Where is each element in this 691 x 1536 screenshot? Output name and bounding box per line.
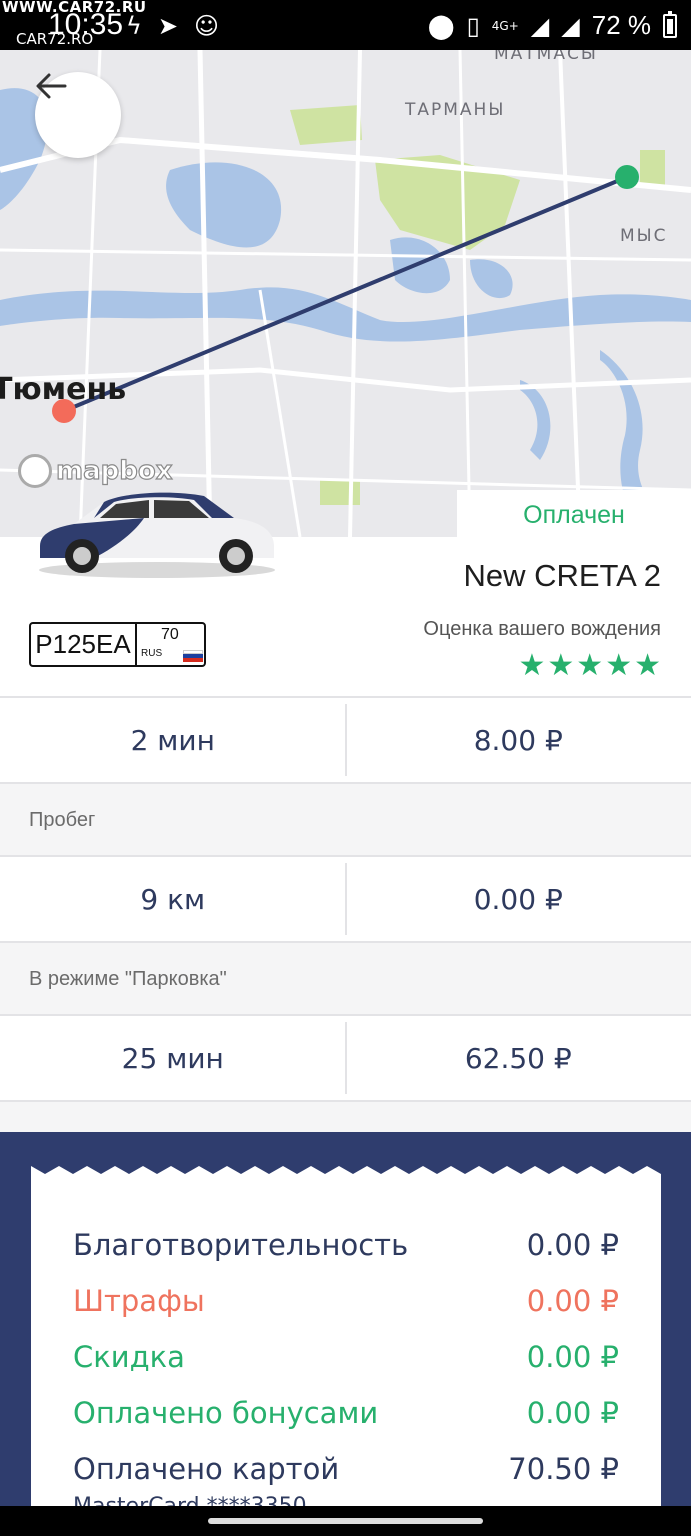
watermark-top: WWW.CAR72.RU bbox=[2, 0, 147, 16]
status-bar: 10:35 WWW.CAR72.RU CAR72.RO ϟ ➤ ☺ ⬤ ▯ 4G… bbox=[0, 0, 691, 50]
parking-cost: 62.50 ₽ bbox=[464, 1041, 572, 1075]
bonuses-label: Оплачено бонусами bbox=[73, 1396, 379, 1430]
star-icon: ★ bbox=[605, 648, 633, 683]
battery-icon bbox=[663, 10, 677, 38]
map-label-city: Тюмень bbox=[0, 372, 127, 407]
parking-duration: 25 мин bbox=[121, 1041, 224, 1075]
row-divider bbox=[345, 704, 347, 776]
end-point bbox=[615, 165, 639, 189]
route-map[interactable]: МАТМАСЫ ТАРМАНЫ МЫС Тюмень mapbox bbox=[0, 50, 691, 537]
plate-number: P125EA bbox=[31, 624, 137, 665]
signal-icon: ◢ bbox=[530, 11, 550, 40]
star-icon: ★ bbox=[547, 648, 575, 683]
rating-stars: ★ ★ ★ ★ ★ bbox=[518, 648, 661, 683]
notification-icons: ϟ ➤ ☺ bbox=[126, 12, 219, 40]
time-cost: 8.00 ₽ bbox=[473, 723, 563, 757]
network-icon: 4G+ bbox=[491, 18, 519, 33]
discount-value: 0.00 ₽ bbox=[526, 1340, 619, 1374]
discount-row: Скидка 0.00 ₽ bbox=[73, 1340, 619, 1374]
signal-icon-2: ◢ bbox=[561, 11, 580, 40]
mapbox-attribution[interactable]: mapbox bbox=[18, 454, 173, 488]
mileage-cost: 0.00 ₽ bbox=[473, 882, 563, 916]
mileage-distance: 9 км bbox=[140, 882, 206, 916]
car-image bbox=[39, 492, 275, 578]
mapbox-icon bbox=[18, 454, 52, 488]
app-icon: ☺ bbox=[193, 12, 219, 40]
mileage-label: Пробег bbox=[0, 784, 691, 856]
status-badge: Оплачен bbox=[457, 490, 691, 540]
star-icon: ★ bbox=[576, 648, 604, 683]
card-value: 70.50 ₽ bbox=[508, 1452, 619, 1486]
vibrate-icon: ▯ bbox=[466, 11, 480, 40]
map-label-mys: МЫС bbox=[620, 226, 668, 246]
receipt-zigzag-edge bbox=[31, 1160, 661, 1174]
flash-icon: ϟ bbox=[126, 12, 142, 40]
home-gesture-handle[interactable] bbox=[208, 1518, 483, 1524]
watermark-bottom: CAR72.RO bbox=[16, 30, 94, 48]
russia-flag-icon bbox=[183, 650, 203, 662]
car-name: New CRETA 2 bbox=[463, 558, 661, 593]
charity-label: Благотворительность bbox=[73, 1228, 409, 1262]
card-label: Оплачено картой bbox=[73, 1452, 340, 1486]
parking-row: 25 мин 62.50 ₽ bbox=[0, 1014, 691, 1102]
fines-row: Штрафы 0.00 ₽ bbox=[73, 1284, 619, 1318]
fines-value: 0.00 ₽ bbox=[526, 1284, 619, 1318]
battery-percent: 72 % bbox=[591, 10, 651, 40]
back-button[interactable] bbox=[35, 72, 121, 158]
system-icons: ⬤ ▯ 4G+ ◢ ◢ 72 % bbox=[428, 10, 677, 41]
plate-region: 70 RUS bbox=[137, 624, 204, 665]
location-icon: ⬤ bbox=[427, 11, 455, 40]
rating-label: Оценка вашего вождения bbox=[423, 618, 661, 640]
telegram-icon: ➤ bbox=[157, 12, 178, 40]
mileage-row: 9 км 0.00 ₽ bbox=[0, 855, 691, 943]
parking-label: В режиме "Парковка" bbox=[0, 943, 691, 1015]
plate-country: RUS bbox=[141, 648, 163, 659]
discount-label: Скидка bbox=[73, 1340, 185, 1374]
license-plate: P125EA 70 RUS bbox=[29, 622, 206, 667]
map-label-matmasy: МАТМАСЫ bbox=[494, 50, 598, 64]
mapbox-text: mapbox bbox=[55, 455, 173, 486]
card-row: Оплачено картой 70.50 ₽ bbox=[73, 1452, 619, 1486]
time-row: 2 мин 8.00 ₽ bbox=[0, 696, 691, 784]
row-divider bbox=[345, 1022, 347, 1094]
map-label-tarmany: ТАРМАНЫ bbox=[405, 100, 506, 120]
bonuses-value: 0.00 ₽ bbox=[526, 1396, 619, 1430]
section-gap bbox=[0, 1102, 691, 1132]
bonuses-row: Оплачено бонусами 0.00 ₽ bbox=[73, 1396, 619, 1430]
star-icon: ★ bbox=[518, 648, 546, 683]
time-duration: 2 мин bbox=[130, 723, 215, 757]
fines-label: Штрафы bbox=[73, 1284, 205, 1318]
plate-region-code: 70 bbox=[161, 626, 179, 643]
row-divider bbox=[345, 863, 347, 935]
charity-row: Благотворительность 0.00 ₽ bbox=[73, 1228, 619, 1262]
charity-value: 0.00 ₽ bbox=[526, 1228, 619, 1262]
arrow-left-icon bbox=[36, 73, 67, 99]
star-icon: ★ bbox=[634, 648, 661, 683]
